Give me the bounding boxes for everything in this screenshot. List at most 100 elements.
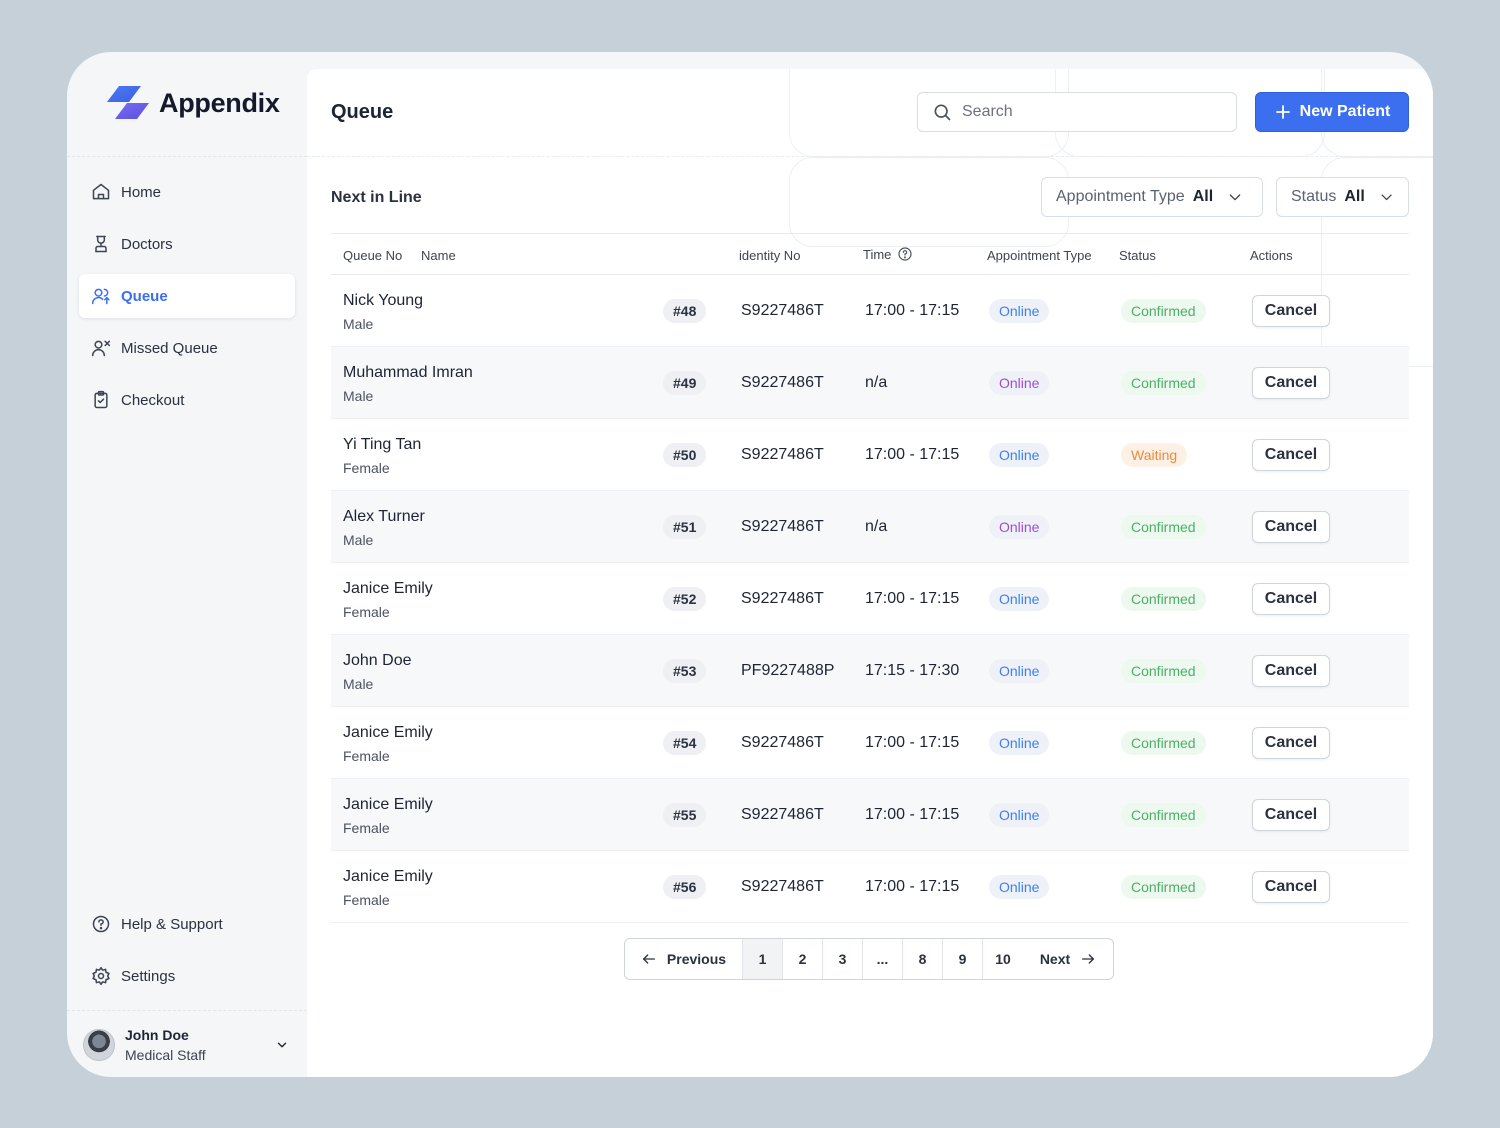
page-ellipsis: ... [863,939,903,979]
search-box[interactable] [917,92,1237,132]
sidebar-item-queue[interactable]: Queue [79,274,295,318]
sidebar-item-checkout[interactable]: Checkout [79,378,295,422]
queue-number-badge: #51 [663,515,707,539]
next-page-button[interactable]: Next [1023,939,1113,979]
column-header-label: Time [863,246,892,262]
identity-number: S9227486T [741,302,824,319]
appointment-time: 17:00 - 17:15 [865,878,960,895]
cancel-button[interactable]: Cancel [1252,367,1330,399]
appointment-type-badge: Online [989,731,1050,755]
identity-number: S9227486T [741,806,824,823]
status-badge: Confirmed [1121,371,1206,395]
status-badge: Waiting [1121,443,1188,467]
arrow-right-icon [1082,954,1095,964]
section-title: Next in Line [331,189,422,206]
patient-name: John Doe [343,652,412,669]
appointment-time: 17:00 - 17:15 [865,806,960,823]
filter-value: All [1192,188,1214,205]
identity-number: S9227486T [741,734,824,751]
column-header-time[interactable]: Time [863,246,913,262]
page-button[interactable]: 3 [823,939,863,979]
column-header-queue-no[interactable]: Queue No [343,248,402,263]
identity-number: S9227486T [741,518,824,535]
appointment-type-filter[interactable]: Appointment Type All [1041,177,1263,217]
appointment-time: 17:00 - 17:15 [865,446,960,463]
patient-gender: Male [343,676,374,692]
sidebar-item-home[interactable]: Home [79,170,295,214]
table-body: Nick Young Male #48 S9227486T 17:00 - 17:15 O… [331,275,1409,923]
appointment-type-badge: Online [989,299,1050,323]
identity-number: S9227486T [741,878,824,895]
status-badge: Confirmed [1121,803,1206,827]
page-button[interactable]: 1 [743,939,783,979]
pagination: Previous 1 2 3... 8 9 10 Next [624,938,1114,980]
chevron-down-icon[interactable] [275,1038,289,1052]
new-patient-button[interactable]: New Patient [1255,92,1409,132]
previous-page-button[interactable]: Previous [625,939,743,979]
appointment-time: n/a [865,518,888,535]
queue-number-badge: #50 [663,443,707,467]
appointment-type-badge: Online [989,803,1050,827]
column-header-appointment-type[interactable]: Appointment Type [987,248,1092,263]
patient-gender: Male [343,316,374,332]
table-row: John Doe Male #53 PF9227488P 17:15 - 17:30 On… [331,635,1409,707]
appointment-type-badge: Online [989,371,1050,395]
page-button[interactable]: 8 [903,939,943,979]
clipboard-check-icon [94,390,108,409]
queue-number-badge: #55 [663,803,707,827]
page-button[interactable]: 10 [983,939,1023,979]
page-button[interactable]: 2 [783,939,823,979]
status-badge: Confirmed [1121,299,1206,323]
status-filter[interactable]: Status All [1276,177,1409,217]
patient-gender: Female [343,820,390,836]
identity-number: S9227486T [741,446,824,463]
main-panel: Queue New Patient Next in Line Appointme… [307,69,1433,1077]
patient-name: Janice Emily [343,724,433,741]
table-row: Janice Emily Female #56 S9227486T 17:00 - 17… [331,851,1409,923]
patient-gender: Female [343,748,390,764]
avatar [83,1029,115,1061]
app-window: Appendix Home Doctors Queue Missed Queue [67,52,1433,1077]
sidebar-item-label: Settings [121,967,176,985]
cancel-button[interactable]: Cancel [1252,727,1330,759]
cancel-button[interactable]: Cancel [1252,295,1330,327]
filter-label: Appointment Type [1056,188,1185,205]
brand[interactable]: Appendix [105,84,280,122]
appointment-type-badge: Online [989,587,1050,611]
column-header-name[interactable]: Name [421,248,456,263]
table-header: Queue No Name identity No Time Appointme… [331,233,1409,275]
appointment-type-badge: Online [989,443,1050,467]
identity-number: PF9227488P [741,662,835,679]
sidebar-item-settings[interactable]: Settings [79,954,295,998]
cancel-button[interactable]: Cancel [1252,439,1330,471]
sidebar-item-label: Missed Queue [121,339,218,357]
queue-users-icon [91,288,110,305]
identity-number: S9227486T [741,590,824,607]
page-button[interactable]: 9 [943,939,983,979]
cancel-button[interactable]: Cancel [1252,511,1330,543]
identity-number: S9227486T [741,374,824,391]
sidebar-divider [67,1010,307,1011]
cancel-button[interactable]: Cancel [1252,799,1330,831]
sidebar-item-help[interactable]: Help & Support [79,902,295,946]
column-header-identity-no[interactable]: identity No [739,248,800,263]
cancel-button[interactable]: Cancel [1252,655,1330,687]
cancel-button[interactable]: Cancel [1252,583,1330,615]
page-numbers: 1 2 3... 8 9 10 [743,939,1023,979]
patient-name: Muhammad Imran [343,364,473,381]
search-input[interactable] [962,103,1202,121]
user-menu[interactable]: John Doe Medical Staff [83,1020,295,1070]
sidebar-item-doctors[interactable]: Doctors [79,222,295,266]
help-circle-icon[interactable] [897,246,913,262]
table-row: Muhammad Imran Male #49 S9227486T n/a Online C… [331,347,1409,419]
sidebar-item-missed-queue[interactable]: Missed Queue [79,326,295,370]
user-info: John Doe Medical Staff [125,1027,206,1063]
queue-number-badge: #52 [663,587,707,611]
sidebar-item-label: Home [121,183,162,201]
sidebar-item-label: Queue [121,287,168,305]
brand-name: Appendix [159,87,280,118]
column-header-status[interactable]: Status [1119,248,1156,263]
cancel-button[interactable]: Cancel [1252,871,1330,903]
patient-name: Janice Emily [343,580,433,597]
appointment-time: 17:15 - 17:30 [865,662,960,679]
